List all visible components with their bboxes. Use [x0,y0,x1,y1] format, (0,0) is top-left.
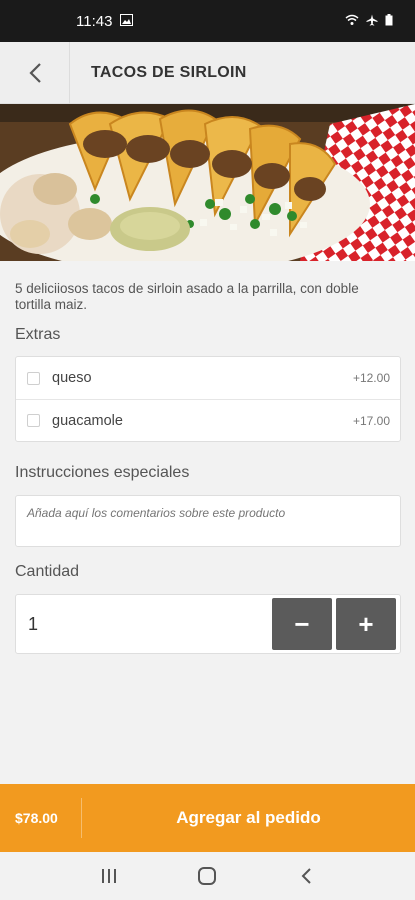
system-nav-bar [0,852,415,900]
home-button[interactable] [187,856,227,896]
gallery-icon [120,13,134,30]
battery-icon [385,13,393,30]
home-icon [198,867,217,885]
quantity-stepper: 1 − + [15,594,401,654]
recent-apps-icon [102,869,117,883]
extra-name: guacamole [52,412,123,429]
order-total: $78.00 [0,798,82,838]
extras-list: queso +12.00 guacamole +17.00 [15,356,401,442]
airplane-icon [366,13,378,30]
quantity-label: Cantidad [15,563,80,580]
increment-button[interactable]: + [336,598,396,650]
extra-checkbox[interactable] [27,414,40,427]
page-title: TACOS DE SIRLOIN [91,63,247,81]
wifi-icon [345,13,359,30]
extra-price: +12.00 [352,371,390,385]
quantity-value[interactable]: 1 [16,614,272,635]
system-back-button[interactable] [286,856,326,896]
decrement-button[interactable]: − [272,598,332,650]
extra-name: queso [52,370,92,386]
instructions-field[interactable] [15,495,401,547]
chevron-left-icon [28,62,41,83]
extras-label: Extras [15,326,61,343]
order-bar: $78.00 Agregar al pedido [0,784,415,852]
app-header: TACOS DE SIRLOIN [0,41,415,104]
add-to-order-button[interactable]: Agregar al pedido [82,808,415,828]
back-icon [301,868,311,884]
instructions-label: Instrucciones especiales [15,464,190,481]
extra-checkbox[interactable] [27,371,40,385]
extra-option-guacamole[interactable]: guacamole +17.00 [16,399,400,441]
back-button[interactable] [0,41,70,104]
extra-price: +17.00 [352,413,390,428]
product-description: 5 deliciiosos tacos de sirloin asado a l… [15,281,359,312]
recent-apps-button[interactable] [89,856,129,896]
status-bar: 11:43 [0,0,415,42]
status-time: 11:43 [76,12,113,30]
product-image [0,104,415,261]
extra-option-queso[interactable]: queso +12.00 [16,357,400,399]
